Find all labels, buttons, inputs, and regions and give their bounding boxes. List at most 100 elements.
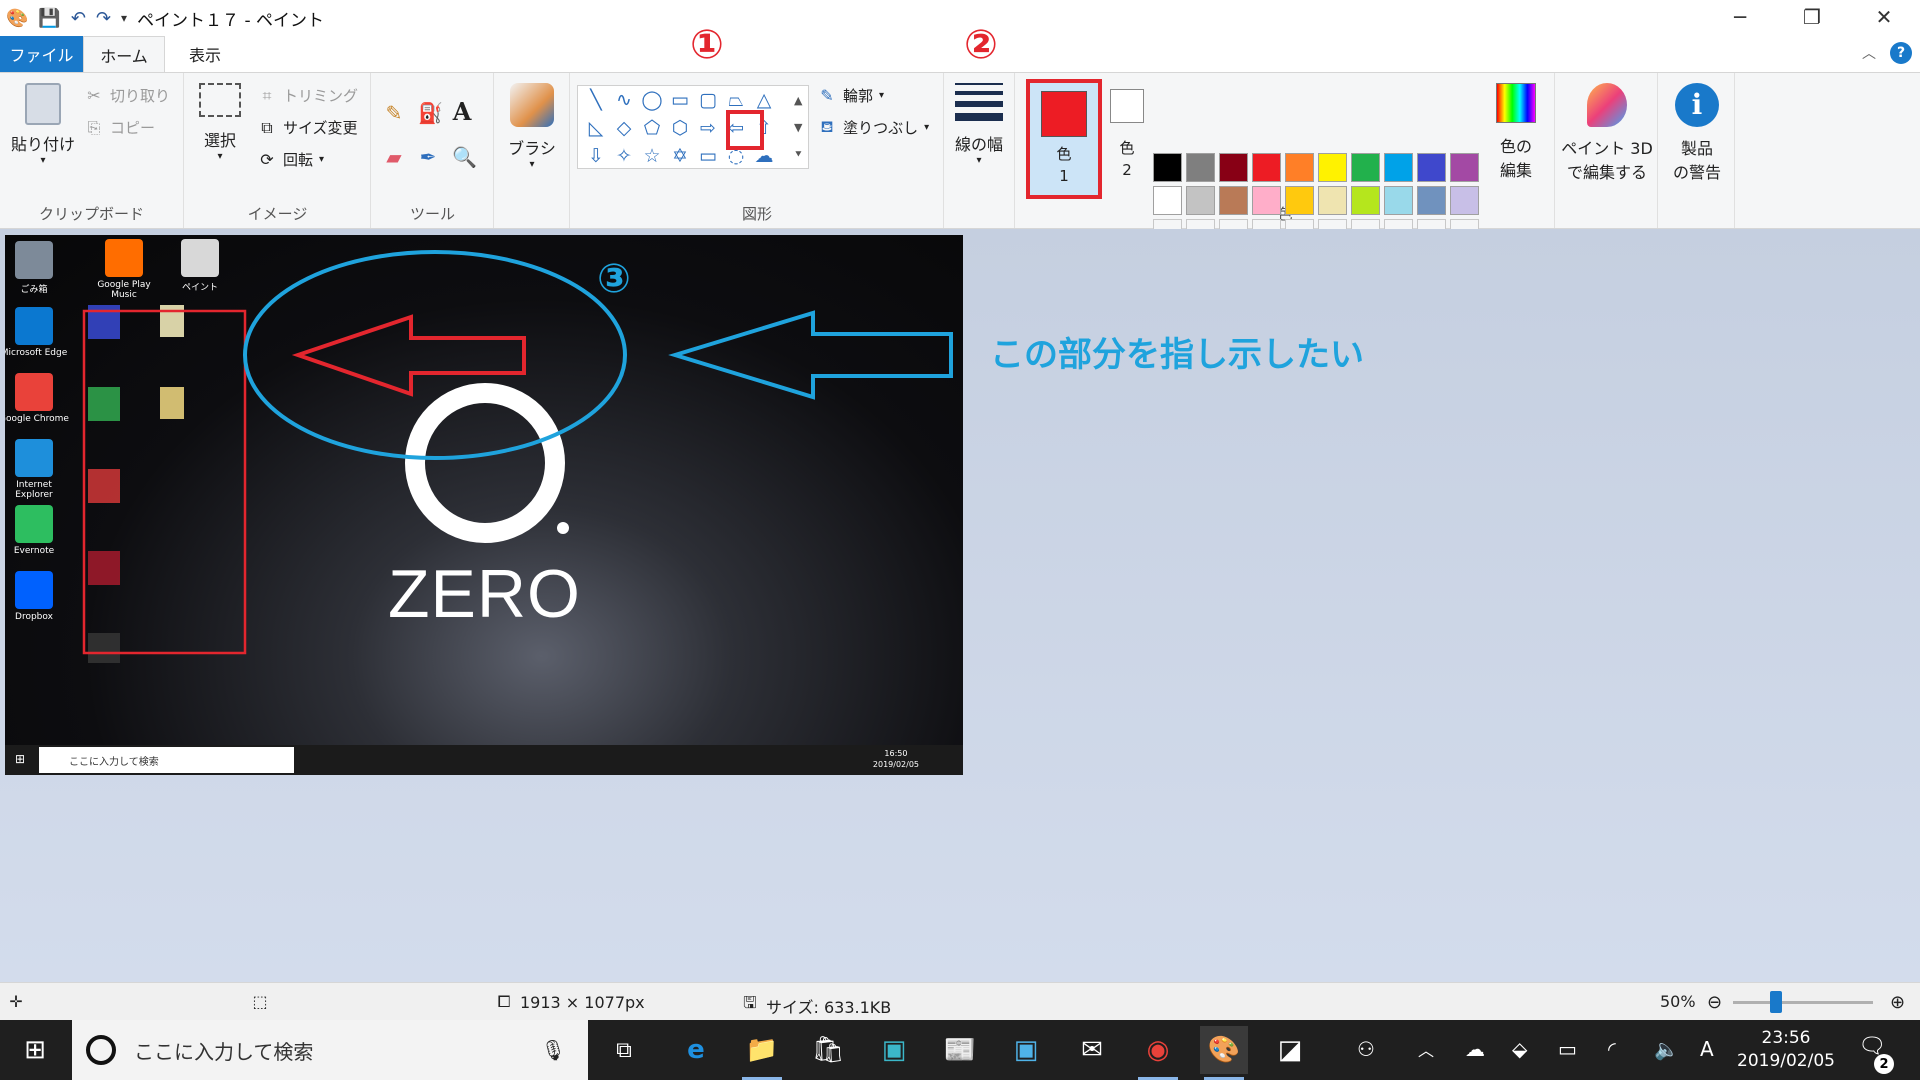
task-view-icon[interactable]: ⧉	[600, 1026, 648, 1074]
volume-icon[interactable]: 🔈	[1654, 1037, 1679, 1061]
palette-swatch[interactable]	[1417, 153, 1446, 182]
palette-swatch[interactable]	[1318, 153, 1347, 182]
resize-button[interactable]: ⧉ サイズ変更	[257, 117, 357, 138]
onedrive-icon[interactable]: ☁	[1465, 1037, 1485, 1061]
line-shape-icon[interactable]: ╲	[582, 86, 610, 114]
palette-swatch[interactable]	[1219, 186, 1248, 215]
color1-button[interactable]: 色 1	[1026, 79, 1102, 199]
right-triangle-shape-icon[interactable]: ◺	[582, 114, 610, 142]
news-taskbar-icon[interactable]: 📰	[936, 1026, 984, 1074]
wifi-icon[interactable]: ◜	[1608, 1037, 1616, 1061]
pencil-icon[interactable]: ✎	[384, 101, 404, 125]
five-point-star-shape-icon[interactable]: ☆	[638, 142, 666, 170]
edit-with-paint3d-button[interactable]: ペイント 3D で編集する	[1558, 83, 1656, 183]
microphone-icon[interactable]: 🎙	[541, 1038, 566, 1062]
palette-swatch[interactable]	[1384, 186, 1413, 215]
zoom-slider-track[interactable]	[1733, 1001, 1873, 1004]
palette-swatch[interactable]	[1450, 186, 1479, 215]
palette-swatch[interactable]	[1318, 186, 1347, 215]
select-button[interactable]: 選択 ▾	[195, 83, 245, 162]
text-tool-icon[interactable]: A	[452, 97, 472, 126]
color-picker-icon[interactable]: ✒	[418, 145, 438, 169]
oval-shape-icon[interactable]: ◯	[638, 86, 666, 114]
brushes-button[interactable]: ブラシ ▾	[500, 83, 564, 170]
zoom-in-button[interactable]: ⊕	[1890, 992, 1905, 1013]
people-icon[interactable]: ⚇	[1357, 1037, 1375, 1061]
redo-icon[interactable]: ↷	[96, 8, 111, 29]
product-alert-button[interactable]: i 製品 の警告	[1663, 83, 1731, 183]
selection-icon: ⬚	[252, 992, 268, 1011]
color2-button[interactable]: 色 2	[1102, 83, 1152, 193]
palette-swatch[interactable]	[1384, 153, 1413, 182]
palette-swatch[interactable]	[1351, 186, 1380, 215]
line-width-button[interactable]: 線の幅 ▾	[951, 83, 1007, 166]
show-hidden-icons-icon[interactable]: ︿	[1418, 1037, 1434, 1061]
taskbar-clock[interactable]: 23:56 2019/02/05	[1734, 1027, 1838, 1073]
rectangle-shape-icon[interactable]: ▭	[666, 86, 694, 114]
right-arrow-shape-icon[interactable]: ⇨	[694, 114, 722, 142]
pentagon-shape-icon[interactable]: ⬠	[638, 114, 666, 142]
zoom-out-button[interactable]: ⊖	[1707, 992, 1722, 1013]
diamond-shape-icon[interactable]: ◇	[610, 114, 638, 142]
curve-shape-icon[interactable]: ∿	[610, 86, 638, 114]
palette-swatch[interactable]	[1252, 186, 1281, 215]
photos-taskbar-icon[interactable]: ▣	[1002, 1026, 1050, 1074]
rounded-callout-shape-icon[interactable]: ▭	[694, 142, 722, 170]
undo-icon[interactable]: ↶	[71, 8, 86, 29]
edge-taskbar-icon[interactable]: e	[672, 1026, 720, 1074]
shapes-scroll[interactable]: ▲ ▼ ⯆	[794, 87, 803, 168]
battery-icon[interactable]: ▭	[1558, 1037, 1577, 1061]
paste-button[interactable]: 貼り付け ▾	[8, 83, 78, 166]
ime-indicator[interactable]: A	[1700, 1037, 1714, 1061]
chrome-taskbar-icon[interactable]: ◉	[1134, 1026, 1182, 1080]
edit-colors-button[interactable]: 色の 編集	[1486, 83, 1546, 181]
outline-button[interactable]: ✎ 輪郭 ▾	[817, 85, 884, 106]
eraser-icon[interactable]: ▰	[384, 145, 404, 169]
tab-file[interactable]: ファイル	[0, 36, 83, 72]
tab-home[interactable]: ホーム	[83, 36, 165, 72]
palette-swatch[interactable]	[1186, 153, 1215, 182]
save-icon[interactable]: 💾	[38, 8, 60, 29]
crop-button[interactable]: ⌗ トリミング	[257, 85, 358, 106]
palette-swatch[interactable]	[1186, 186, 1215, 215]
palette-swatch[interactable]	[1285, 186, 1314, 215]
windows-start-icon[interactable]: ⊞	[0, 1020, 70, 1080]
palette-swatch[interactable]	[1417, 186, 1446, 215]
drawing-workspace[interactable]: ごみ箱 Microsoft Edge Google Chrome Internet E…	[0, 229, 1920, 982]
app-taskbar-icon[interactable]: ▣	[870, 1026, 918, 1074]
fill-bucket-icon[interactable]: ⛽	[418, 101, 443, 125]
cut-button[interactable]: ✂ 切り取り	[84, 85, 170, 106]
four-point-star-shape-icon[interactable]: ✧	[610, 142, 638, 170]
palette-swatch[interactable]	[1351, 153, 1380, 182]
minimize-button[interactable]: ─	[1704, 0, 1776, 34]
help-icon[interactable]: ?	[1890, 42, 1912, 64]
taskbar-search-box[interactable]: ここに入力して検索 🎙	[72, 1020, 588, 1080]
fill-button[interactable]: ⛾ 塗りつぶし ▾	[817, 117, 929, 138]
paint-taskbar-icon[interactable]: 🎨	[1200, 1026, 1248, 1080]
capture-app-taskbar-icon[interactable]: ◪	[1266, 1026, 1314, 1074]
zoom-slider-thumb[interactable]	[1770, 991, 1782, 1013]
collapse-ribbon-icon[interactable]: ︿	[1862, 43, 1876, 63]
down-arrow-shape-icon[interactable]: ⇩	[582, 142, 610, 170]
store-taskbar-icon[interactable]: 🛍	[804, 1026, 852, 1074]
palette-swatch[interactable]	[1153, 186, 1182, 215]
palette-swatch[interactable]	[1450, 153, 1479, 182]
customize-icon[interactable]: ▾	[121, 11, 127, 25]
rounded-rectangle-shape-icon[interactable]: ▢	[694, 86, 722, 114]
palette-swatch[interactable]	[1219, 153, 1248, 182]
paint-app-icon[interactable]: 🎨	[6, 8, 28, 29]
close-button[interactable]: ✕	[1848, 0, 1920, 34]
file-explorer-taskbar-icon[interactable]: 📁	[738, 1026, 786, 1080]
copy-button[interactable]: ⎘ コピー	[84, 117, 155, 138]
restore-button[interactable]: ❐	[1776, 0, 1848, 34]
palette-swatch[interactable]	[1153, 153, 1182, 182]
six-point-star-shape-icon[interactable]: ✡	[666, 142, 694, 170]
mail-taskbar-icon[interactable]: ✉	[1068, 1026, 1116, 1074]
palette-swatch[interactable]	[1285, 153, 1314, 182]
magnifier-icon[interactable]: 🔍	[452, 145, 477, 169]
tab-view[interactable]: 表示	[165, 36, 245, 72]
rotate-button[interactable]: ⟳ 回転 ▾	[257, 149, 324, 170]
palette-swatch[interactable]	[1252, 153, 1281, 182]
dropbox-tray-icon[interactable]: ⬙	[1512, 1037, 1527, 1061]
hexagon-shape-icon[interactable]: ⬡	[666, 114, 694, 142]
